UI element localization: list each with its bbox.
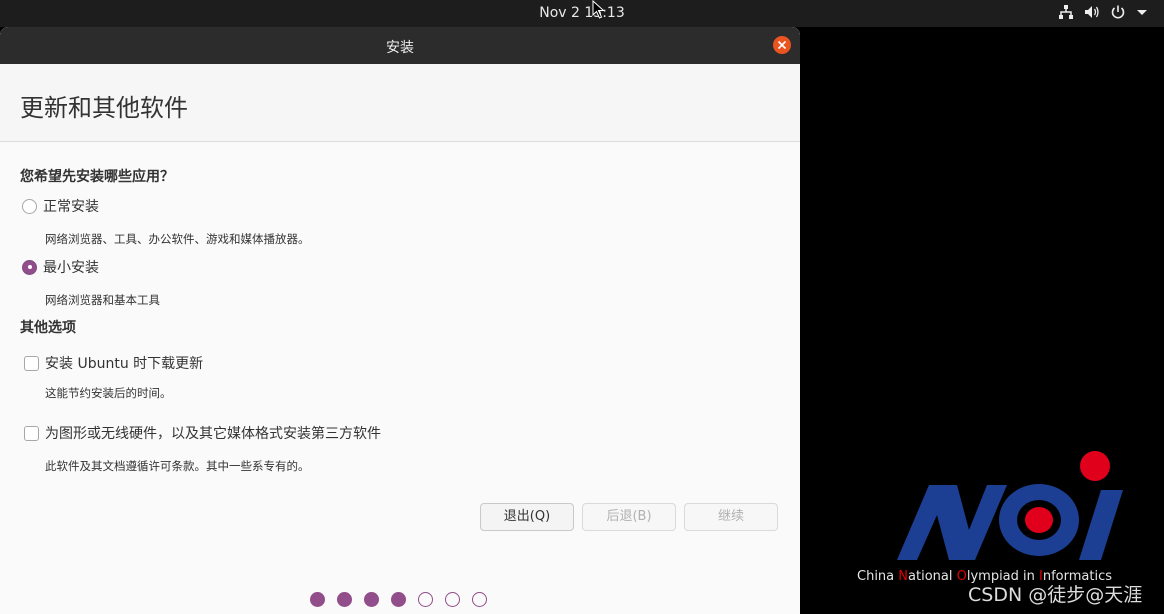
download-updates-desc: 这能节约安装后的时间。 xyxy=(45,386,172,400)
third-party-desc: 此软件及其文档遵循许可条款。其中一些系专有的。 xyxy=(45,459,310,473)
radio-unchecked-icon[interactable] xyxy=(22,198,37,214)
checkbox-icon[interactable] xyxy=(24,355,39,371)
close-icon xyxy=(777,40,787,50)
download-updates-checkbox[interactable]: 安装 Ubuntu 时下载更新 xyxy=(24,353,203,373)
continue-button[interactable]: 继续 xyxy=(684,503,778,531)
other-options-heading: 其他选项 xyxy=(20,320,76,336)
volume-icon[interactable] xyxy=(1084,4,1100,20)
csdn-watermark: CSDN @徒步@天涯 xyxy=(968,584,1143,606)
mouse-cursor-icon xyxy=(592,0,605,19)
progress-dot-done xyxy=(337,592,352,607)
page-header: 更新和其他软件 xyxy=(0,64,800,142)
download-updates-label: 安装 Ubuntu 时下载更新 xyxy=(45,356,204,372)
minimal-install-radio[interactable]: 最小安装 xyxy=(22,257,99,277)
window-title: 安装 xyxy=(386,40,414,56)
page-content: 您希望先安装哪些应用？ 正常安装 网络浏览器、工具、办公软件、游戏和媒体播放器。… xyxy=(0,142,800,614)
quit-button[interactable]: 退出(Q) xyxy=(480,503,574,531)
window-titlebar[interactable]: 安装 xyxy=(0,27,800,64)
normal-install-label: 正常安装 xyxy=(43,199,99,215)
progress-dot-pending xyxy=(472,592,487,607)
progress-dots xyxy=(310,592,487,607)
minimal-install-label: 最小安装 xyxy=(43,260,99,276)
progress-dot-done xyxy=(364,592,379,607)
progress-dot-done xyxy=(310,592,325,607)
page-title: 更新和其他软件 xyxy=(20,94,188,122)
network-icon[interactable] xyxy=(1058,4,1074,20)
top-bar: Nov 2 15:13 xyxy=(0,0,1164,27)
installer-window: 安装 更新和其他软件 您希望先安装哪些应用？ 正常安装 网络浏览器、工具、办公软… xyxy=(0,27,800,614)
progress-dot-done xyxy=(391,592,406,607)
close-button[interactable] xyxy=(773,36,791,54)
progress-dot-pending xyxy=(445,592,460,607)
radio-checked-icon[interactable] xyxy=(22,259,37,275)
back-button[interactable]: 后退(B) xyxy=(582,503,676,531)
checkbox-icon[interactable] xyxy=(24,425,39,441)
third-party-checkbox[interactable]: 为图形或无线硬件，以及其它媒体格式安装第三方软件 xyxy=(24,423,381,443)
normal-install-radio[interactable]: 正常安装 xyxy=(22,196,99,216)
chevron-down-icon[interactable] xyxy=(1136,4,1148,20)
minimal-install-desc: 网络浏览器和基本工具 xyxy=(45,293,160,307)
normal-install-desc: 网络浏览器、工具、办公软件、游戏和媒体播放器。 xyxy=(45,232,310,246)
question-heading: 您希望先安装哪些应用？ xyxy=(20,169,174,185)
progress-dot-pending xyxy=(418,592,433,607)
clock[interactable]: Nov 2 15:13 xyxy=(0,5,1164,21)
system-tray[interactable] xyxy=(1058,4,1148,20)
power-icon[interactable] xyxy=(1110,4,1126,20)
third-party-label: 为图形或无线硬件，以及其它媒体格式安装第三方软件 xyxy=(45,426,381,442)
